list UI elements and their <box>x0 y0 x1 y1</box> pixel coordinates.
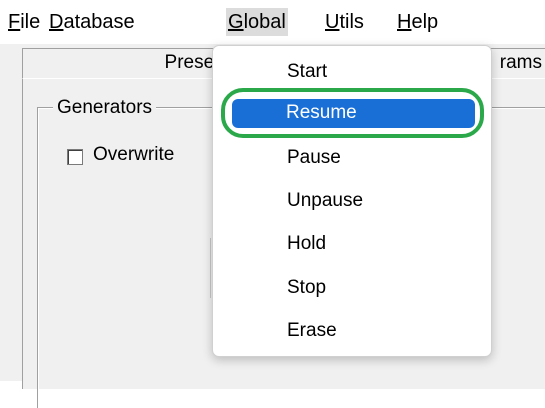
menu-database[interactable]: Database <box>47 8 137 36</box>
menu-utils-accel: U <box>325 11 340 33</box>
menu-help[interactable]: Help <box>395 8 440 36</box>
overwrite-checkbox[interactable] <box>67 149 83 165</box>
menu-item-unpause[interactable]: Unpause <box>287 188 363 214</box>
menu-global-rest: lobal <box>243 11 286 33</box>
menu-database-accel: D <box>49 11 64 33</box>
menu-utils-rest: tils <box>339 11 364 33</box>
overwrite-checkbox-label: Overwrite <box>93 144 175 165</box>
menu-help-accel: H <box>397 11 412 33</box>
menu-utils[interactable]: Utils <box>323 8 366 36</box>
menu-item-start[interactable]: Start <box>287 59 327 85</box>
groupbox-title: Generators <box>53 96 157 120</box>
menu-item-hold[interactable]: Hold <box>287 231 326 257</box>
menu-item-pause[interactable]: Pause <box>287 145 341 171</box>
menu-file-accel: F <box>8 11 21 33</box>
menu-global[interactable]: Global <box>226 8 288 36</box>
menu-global-accel: G <box>228 11 244 33</box>
tab-params-label: rams <box>499 52 542 73</box>
menu-item-resume-label: Resume <box>286 102 357 123</box>
menu-bar: File Database Global Utils Help <box>0 0 545 44</box>
menu-file-rest: ile <box>20 11 41 33</box>
menu-item-erase[interactable]: Erase <box>287 318 337 344</box>
menu-item-stop[interactable]: Stop <box>287 275 326 301</box>
menu-help-rest: elp <box>411 11 439 33</box>
global-menu-dropdown: Start Pause Unpause Hold Stop Erase <box>212 45 492 357</box>
menu-file[interactable]: File <box>6 8 42 36</box>
menu-database-rest: atabase <box>63 11 135 33</box>
